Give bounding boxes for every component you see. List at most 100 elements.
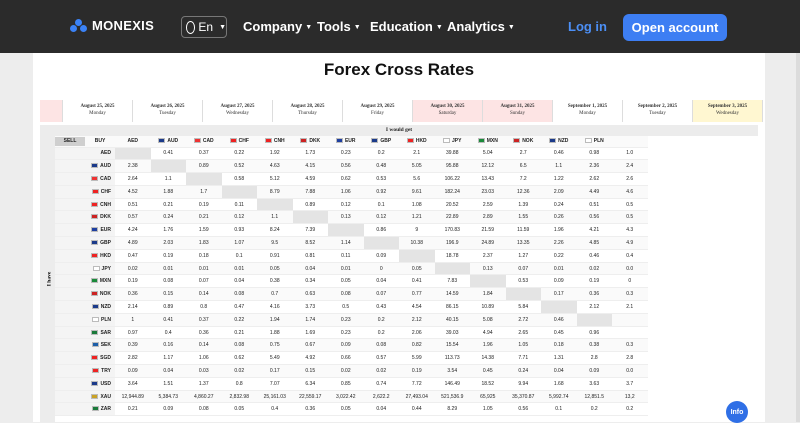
rate-cell: 0.24 bbox=[150, 210, 186, 225]
row-header: SGD bbox=[55, 351, 115, 366]
rate-cell: 8.79 bbox=[257, 185, 293, 199]
rate-cell: 0.04 bbox=[363, 274, 399, 289]
row-header: NOK bbox=[55, 287, 115, 302]
cnh-flag-icon bbox=[91, 201, 99, 207]
rate-cell: 0.02 bbox=[328, 364, 364, 378]
table-row: AUD 2.38 0.89 0.52 4.63 4.15 0.56 0.48 5.05 95.88… bbox=[55, 159, 648, 174]
table-row: XAU 12,944.89 5,384.73 4,860.27 2,832.98 25,1… bbox=[55, 390, 648, 404]
date-label: August 28, 2025 bbox=[290, 104, 325, 109]
nzd-flag-icon bbox=[91, 303, 99, 309]
rate-cell: 0.34 bbox=[292, 274, 328, 289]
eur-flag-icon bbox=[91, 227, 99, 233]
row-label: ZAR bbox=[100, 406, 111, 413]
column-label: HKD bbox=[415, 138, 427, 145]
rate-cell: 0.01 bbox=[328, 262, 364, 276]
rate-cell bbox=[328, 223, 364, 238]
rate-cell: 0.4 bbox=[257, 402, 293, 417]
rate-cell: 2.89 bbox=[470, 210, 506, 225]
day-label: Monday bbox=[89, 111, 106, 116]
date-tab[interactable]: August 31, 2025 Sunday bbox=[483, 100, 553, 122]
rate-cell: 0.5 bbox=[612, 198, 648, 212]
rate-cell: 0.89 bbox=[292, 198, 328, 212]
rate-cell: 0.1 bbox=[363, 198, 399, 212]
date-tab[interactable]: September 2, 2025 Tuesday bbox=[623, 100, 693, 122]
date-tab[interactable]: August 29, 2025 Friday bbox=[343, 100, 413, 122]
rate-cell bbox=[505, 287, 541, 302]
date-tab[interactable]: August 28, 2025 Thursday bbox=[273, 100, 343, 122]
rate-cell bbox=[470, 274, 506, 289]
rate-cell: 146.49 bbox=[434, 377, 470, 391]
column-header: AED bbox=[115, 136, 151, 148]
globe-icon bbox=[186, 20, 196, 34]
row-header: HKD bbox=[55, 249, 115, 263]
rate-cell: 0.66 bbox=[328, 351, 364, 366]
brand-logo[interactable]: MONEXIS bbox=[70, 18, 154, 33]
table-row: ZAR 0.21 0.09 0.08 0.05 0.4 0.36 0.05 0.04 0.44 8.… bbox=[55, 402, 648, 417]
date-tab[interactable]: September 3, 2025 Wednesday bbox=[693, 100, 763, 122]
column-label: JPY bbox=[452, 138, 462, 145]
rate-cell: 0.01 bbox=[186, 262, 222, 276]
day-label: Wednesday bbox=[226, 111, 249, 116]
date-tab[interactable]: September 1, 2025 Monday bbox=[553, 100, 623, 122]
rate-cell: 0.0 bbox=[612, 364, 648, 378]
row-header: TRY bbox=[55, 364, 115, 378]
menu-education[interactable]: Education ▼ bbox=[370, 19, 443, 34]
menu-company[interactable]: Company ▼ bbox=[243, 19, 312, 34]
mxn-flag-icon bbox=[90, 278, 98, 284]
table-row: CHF 4.52 1.88 1.7 8.79 7.88 1.06 0.92 9.61 182.24… bbox=[55, 185, 648, 199]
rate-cell bbox=[150, 159, 186, 174]
info-button[interactable]: Info bbox=[726, 401, 748, 423]
rate-cell: 2.82 bbox=[115, 351, 151, 366]
table-row: MXN 0.19 0.08 0.07 0.04 0.38 0.34 0.05 0.04 0.41 7… bbox=[55, 274, 648, 289]
rate-cell: 0.04 bbox=[541, 364, 577, 378]
rate-cell: 2.14 bbox=[115, 300, 151, 314]
pln-flag-icon bbox=[584, 138, 592, 144]
login-link[interactable]: Log in bbox=[568, 19, 607, 34]
date-tab[interactable]: August 25, 2025 Monday bbox=[63, 100, 133, 122]
date-tab[interactable]: August 26, 2025 Tuesday bbox=[133, 100, 203, 122]
menu-analytics[interactable]: Analytics ▼ bbox=[447, 19, 515, 34]
rate-cell: 12,944.89 bbox=[115, 390, 151, 404]
column-label: NZD bbox=[558, 138, 569, 145]
language-select[interactable]: En ▼ bbox=[181, 16, 227, 38]
row-label: GBP bbox=[100, 239, 111, 246]
rate-cell: 2.72 bbox=[505, 313, 541, 327]
table-row: TRY 0.09 0.04 0.03 0.02 0.17 0.15 0.02 0.02 0.19 3… bbox=[55, 364, 648, 378]
aud-flag-icon bbox=[158, 138, 166, 144]
rate-cell: 0.0 bbox=[612, 262, 648, 276]
rate-cell: 0 bbox=[363, 262, 399, 276]
rate-cell: 0.11 bbox=[328, 249, 364, 263]
rate-cell: 0.58 bbox=[221, 172, 257, 186]
date-label: August 26, 2025 bbox=[150, 104, 185, 109]
rate-cell: 0.14 bbox=[186, 287, 222, 302]
column-header: HKD bbox=[399, 136, 435, 148]
buy-toggle[interactable]: BUY bbox=[85, 137, 115, 146]
date-scroll-left[interactable] bbox=[40, 100, 63, 122]
rate-cell: 1.55 bbox=[505, 210, 541, 225]
cnh-flag-icon bbox=[264, 138, 272, 144]
rate-cell: 1.22 bbox=[541, 172, 577, 186]
rate-cell: 1.74 bbox=[292, 313, 328, 327]
rate-cell: 9 bbox=[399, 223, 435, 238]
date-tab[interactable]: August 27, 2025 Wednesday bbox=[203, 100, 273, 122]
nok-flag-icon bbox=[90, 291, 98, 297]
rate-cell: 0.22 bbox=[541, 249, 577, 263]
row-label: TRY bbox=[101, 367, 111, 374]
date-tab[interactable]: August 30, 2025 Saturday bbox=[413, 100, 483, 122]
aud-flag-icon bbox=[91, 163, 99, 169]
rate-cell: 2.12 bbox=[576, 300, 612, 314]
row-header: AED bbox=[55, 147, 115, 161]
rate-cell: 1.31 bbox=[541, 351, 577, 366]
rate-cell: 7.83 bbox=[434, 274, 470, 289]
rate-cell: 5,384.73 bbox=[150, 390, 186, 404]
scrollbar[interactable] bbox=[796, 53, 800, 422]
rate-cell: 0.05 bbox=[257, 262, 293, 276]
sell-toggle[interactable]: SELL bbox=[55, 136, 85, 146]
rate-cell: 1.92 bbox=[257, 147, 293, 161]
rate-cell: 1.73 bbox=[292, 147, 328, 161]
rate-cell: 4,860.27 bbox=[186, 390, 222, 404]
rate-cell: 0.57 bbox=[115, 210, 151, 225]
menu-tools[interactable]: Tools ▼ bbox=[317, 19, 361, 34]
rate-cell: 0.56 bbox=[505, 402, 541, 417]
open-account-button[interactable]: Open account bbox=[623, 14, 727, 41]
